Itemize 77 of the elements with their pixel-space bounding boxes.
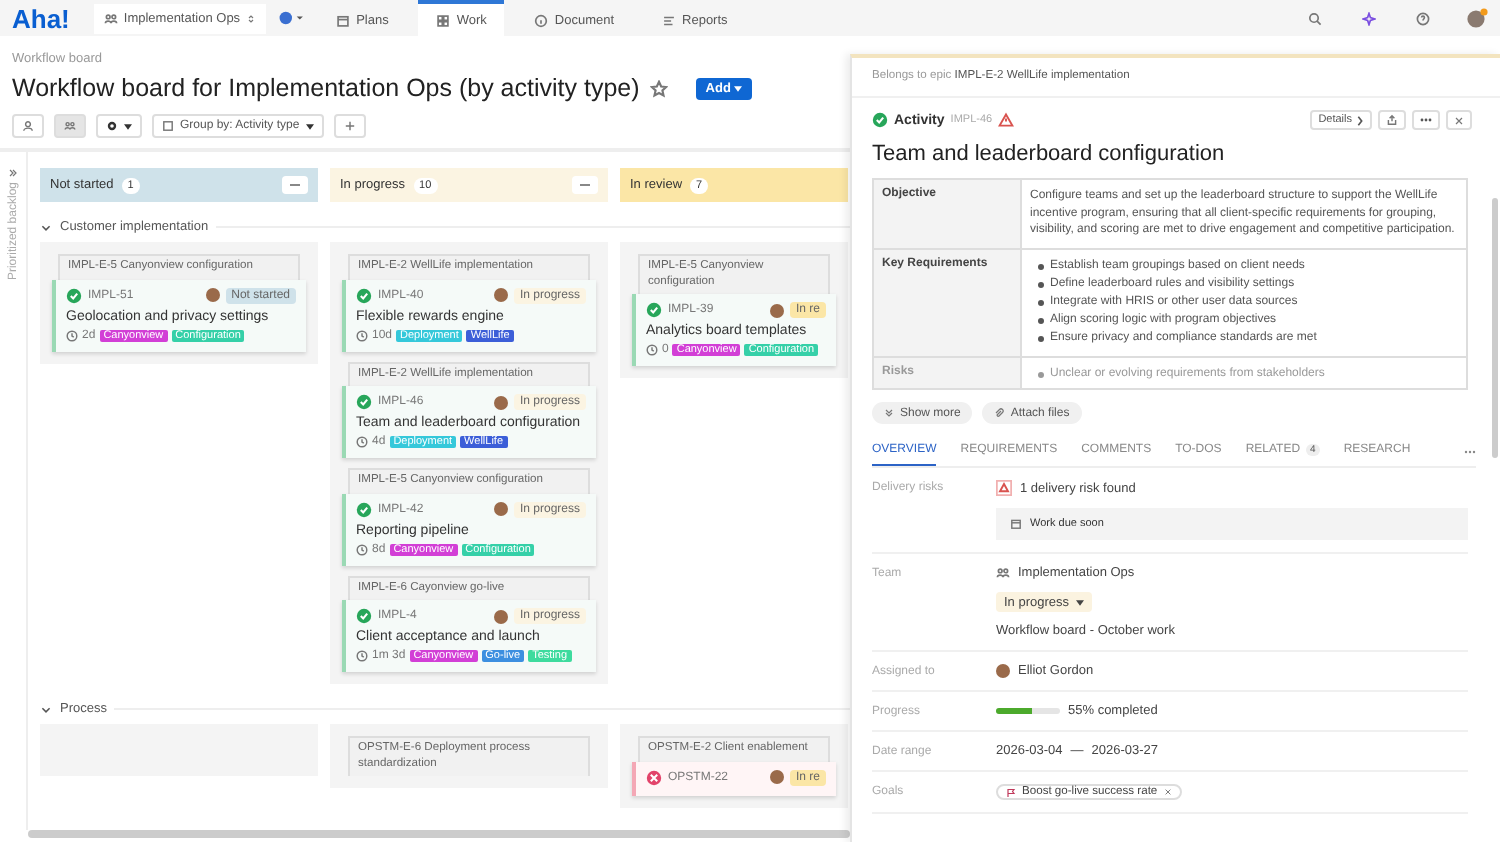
collapse-button[interactable]: [282, 176, 308, 194]
person-icon: [22, 120, 34, 132]
share-icon: [1386, 114, 1398, 126]
chevron-icon[interactable]: [40, 221, 52, 233]
paperclip-icon: [994, 408, 1005, 418]
search-icon: [1308, 11, 1322, 25]
clock-icon: [356, 543, 368, 556]
page-title: Workflow board for Implementation Ops (by activity type): [12, 74, 640, 102]
lines-icon: [662, 13, 677, 27]
blocked-circle-icon: [646, 769, 662, 786]
add-button[interactable]: [333, 114, 366, 138]
avatar: [493, 288, 508, 303]
caret-icon: [305, 123, 314, 129]
clock-icon: [646, 344, 658, 357]
clock-icon: [356, 650, 368, 663]
check-circle-icon: [66, 287, 82, 304]
chevron-right-icon: [1356, 115, 1364, 125]
close-icon: [1454, 115, 1464, 125]
warning-icon: [998, 112, 1015, 128]
team-view-button[interactable]: [54, 114, 86, 138]
share-button[interactable]: [1378, 110, 1406, 130]
bullet-icon: [1038, 264, 1044, 271]
logo[interactable]: Aha!: [12, 3, 70, 33]
flag-icon: [1006, 787, 1016, 797]
bullet-icon: [1038, 282, 1044, 289]
collapse-button[interactable]: [572, 176, 598, 194]
team-icon: [64, 120, 76, 132]
plus-icon: [343, 120, 356, 132]
caret-icon: [734, 85, 743, 91]
globe-dropdown-icon[interactable]: [278, 10, 307, 26]
check-circle-icon: [356, 608, 372, 625]
team-icon: [996, 566, 1010, 580]
close-icon: [1163, 788, 1172, 796]
bullet-icon: [1038, 300, 1044, 307]
sort-caret-icon: [246, 13, 257, 23]
info-circle-icon: [534, 13, 549, 27]
minus-icon: [290, 184, 300, 186]
sparkle-icon: [1362, 11, 1376, 25]
avatar: [996, 664, 1010, 678]
chevron-icon[interactable]: [40, 703, 52, 716]
settings-button[interactable]: [96, 114, 142, 138]
warning-icon: [996, 480, 1012, 496]
help-icon: [1416, 11, 1430, 25]
check-circle-icon: [872, 112, 888, 128]
record-title: Team and leaderboard configuration: [872, 142, 1227, 166]
bullet-icon: [1038, 336, 1044, 343]
calendar-icon: [336, 13, 351, 27]
clock-icon: [356, 329, 368, 342]
expand-icon: [8, 168, 18, 178]
check-circle-icon: [356, 287, 372, 304]
person-view-button[interactable]: [12, 114, 44, 138]
avatar: [769, 770, 784, 785]
scrollbar[interactable]: [28, 830, 850, 838]
check-circle-icon: [356, 394, 372, 411]
clock-icon: [66, 329, 78, 342]
more-button[interactable]: [1412, 110, 1440, 130]
star-icon: [649, 79, 668, 97]
avatar: [493, 609, 508, 624]
calendar-icon: [1010, 518, 1022, 530]
clock-icon: [356, 436, 368, 449]
bullet-icon: [1038, 372, 1044, 379]
check-circle-icon: [356, 501, 372, 518]
avatar: [493, 502, 508, 517]
caret-icon: [124, 123, 132, 129]
close-button[interactable]: [1446, 110, 1472, 130]
avatar: [769, 303, 784, 318]
avatar[interactable]: [1466, 8, 1488, 28]
scrollbar[interactable]: [1492, 198, 1498, 458]
grid-icon: [436, 13, 451, 27]
chevrons-down-icon: [884, 408, 894, 418]
avatar: [205, 288, 220, 303]
bullet-icon: [1038, 318, 1044, 325]
avatar: [493, 395, 508, 410]
check-circle-icon: [646, 302, 662, 319]
caret-icon: [1075, 599, 1084, 605]
team-icon: [103, 11, 118, 25]
minus-icon: [580, 184, 590, 186]
